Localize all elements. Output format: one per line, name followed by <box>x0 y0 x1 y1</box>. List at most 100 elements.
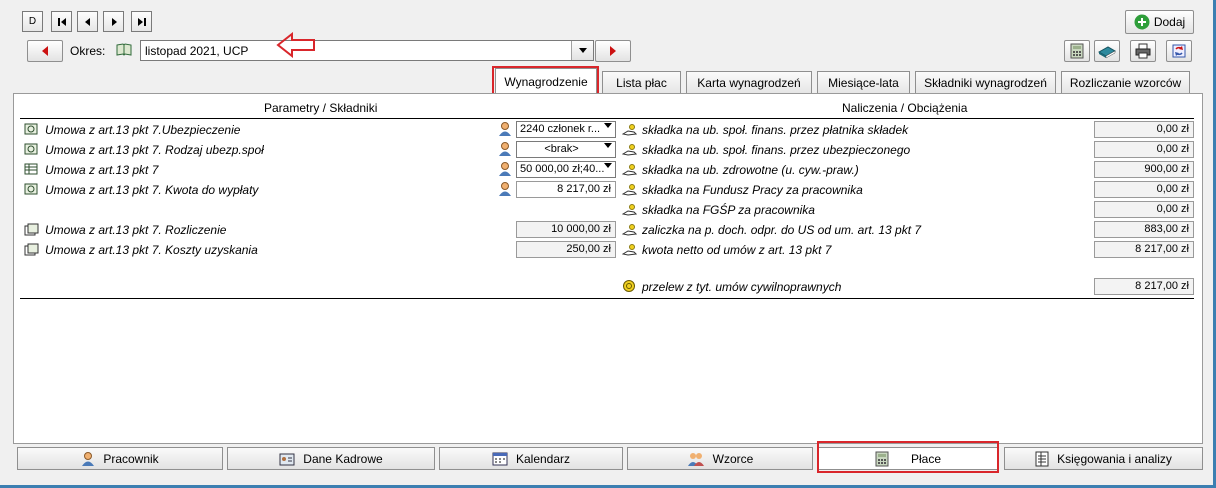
tab-lista-plac[interactable]: Lista płac <box>602 71 681 93</box>
arrow-right-icon <box>610 46 616 56</box>
period-next-button[interactable] <box>595 40 631 62</box>
param-label: Umowa z art.13 pkt 7.Ubezpieczenie <box>45 123 241 137</box>
nav-pracownik-button[interactable]: Pracownik <box>17 447 223 470</box>
tab-wynagrodzenie[interactable]: Wynagrodzenie <box>495 68 597 94</box>
books-icon <box>1098 46 1116 59</box>
period-dropdown-button[interactable] <box>571 41 593 60</box>
nav-place-button[interactable]: Płace <box>818 447 998 470</box>
nav-label: Dane Kadrowe <box>303 451 383 466</box>
period-combo[interactable]: listopad 2021, UCP <box>140 40 594 61</box>
print-button[interactable] <box>1130 40 1156 62</box>
contract-icon <box>24 123 38 135</box>
nav-ksiegowania-button[interactable]: Księgowania i analizy <box>1004 447 1203 470</box>
hand-coin-icon <box>622 184 637 196</box>
annotation-arrow-icon <box>276 32 315 58</box>
insurance-select[interactable]: 2240 członek r... <box>516 121 616 138</box>
contract-amount-select[interactable]: 50 000,00 zł;40... <box>516 161 616 178</box>
param-label: Umowa z art.13 pkt 7. Kwota do wypłaty <box>45 183 259 197</box>
tab-miesiace-lata[interactable]: Miesiące-lata <box>817 71 910 93</box>
contract-icon <box>24 143 38 155</box>
nav-kalendarz-button[interactable]: Kalendarz <box>439 447 623 470</box>
param-label: Umowa z art.13 pkt 7. Koszty uzyskania <box>45 243 258 257</box>
hand-coin-icon <box>622 164 637 176</box>
tab-label: Miesiące-lata <box>828 75 899 90</box>
param-label: Umowa z art.13 pkt 7. Rozliczenie <box>45 223 227 237</box>
footer-divider <box>20 298 1194 299</box>
prev-record-icon <box>84 17 90 26</box>
tab-skladniki-wynagrodzen[interactable]: Składniki wynagrodzeń <box>915 71 1056 93</box>
charge-label: składka na ub. zdrowotne (u. cyw.-praw.) <box>642 163 859 177</box>
first-record-icon <box>57 17 66 26</box>
last-record-icon <box>137 17 146 26</box>
payout-amount-field[interactable]: 8 217,00 zł <box>516 181 616 198</box>
nav-wzorce-button[interactable]: Wzorce <box>627 447 813 470</box>
caret-block <box>472 311 479 328</box>
calculator-icon <box>875 451 889 466</box>
person-icon <box>499 162 511 176</box>
charge-label: zaliczka na p. doch. odpr. do US od um. … <box>642 223 922 237</box>
person-icon <box>499 122 511 136</box>
main-panel: Parametry / Składniki Naliczenia / Obcią… <box>13 93 1203 444</box>
book-icon <box>116 43 132 56</box>
first-record-button[interactable] <box>51 11 72 32</box>
nav-label: Płace <box>910 451 942 466</box>
tab-label: Wynagrodzenie <box>504 74 588 89</box>
chevron-down-icon <box>604 163 612 168</box>
nav-label: Kalendarz <box>515 451 571 466</box>
calculator-icon <box>1070 43 1084 59</box>
chevron-down-icon <box>604 143 612 148</box>
charge-value: 0,00 zł <box>1094 141 1194 158</box>
table-icon <box>24 163 38 175</box>
person-icon <box>82 452 95 466</box>
charge-value: 883,00 zł <box>1094 221 1194 238</box>
chevron-down-icon <box>578 48 587 53</box>
select-value: 50 000,00 zł;40... <box>520 163 605 175</box>
charge-label: składka na Fundusz Pracy za pracownika <box>642 183 863 197</box>
charge-label: kwota netto od umów z art. 13 pkt 7 <box>642 243 832 257</box>
insurance-type-select[interactable]: <brak> <box>516 141 616 158</box>
param-label: Umowa z art.13 pkt 7. Rodzaj ubezp.społ <box>45 143 264 157</box>
next-record-button[interactable] <box>103 11 124 32</box>
transfer-value: 8 217,00 zł <box>1094 278 1194 295</box>
new-record-button[interactable]: D <box>22 11 43 32</box>
tab-karta-wynagrodzen[interactable]: Karta wynagrodzeń <box>686 71 812 93</box>
tab-label: Rozliczanie wzorców <box>1069 75 1182 90</box>
books-button[interactable] <box>1094 40 1120 62</box>
select-value: 2240 członek r... <box>520 123 601 135</box>
tab-label: Karta wynagrodzeń <box>697 75 801 90</box>
period-value: listopad 2021, UCP <box>145 44 249 58</box>
nav-dane-kadrowe-button[interactable]: Dane Kadrowe <box>227 447 435 470</box>
tab-rozliczanie-wzorcow[interactable]: Rozliczanie wzorców <box>1061 71 1190 93</box>
charges-header: Naliczenia / Obciążenia <box>842 101 968 115</box>
period-prev-button[interactable] <box>27 40 63 62</box>
hand-coin-icon <box>622 244 637 256</box>
refresh-icon <box>1172 44 1186 58</box>
header-divider <box>20 118 1194 119</box>
transfer-label: przelew z tyt. umów cywilnoprawnych <box>642 280 842 294</box>
hand-coin-icon <box>622 144 637 156</box>
prev-record-button[interactable] <box>77 11 98 32</box>
refresh-button[interactable] <box>1166 40 1192 62</box>
charge-value: 8 217,00 zł <box>1094 241 1194 258</box>
plus-icon <box>1134 14 1150 30</box>
group-icon <box>687 453 704 466</box>
last-record-button[interactable] <box>131 11 152 32</box>
next-record-icon <box>111 17 117 26</box>
id-card-icon <box>279 453 295 465</box>
calendar-icon <box>492 452 508 466</box>
ledger-icon <box>1035 451 1049 466</box>
costs-value: 250,00 zł <box>516 241 616 258</box>
charge-label: składka na ub. społ. finans. przez ubezp… <box>642 143 911 157</box>
hand-coin-icon <box>622 124 637 136</box>
settlement-icon <box>24 243 39 256</box>
add-button[interactable]: Dodaj <box>1125 10 1194 34</box>
add-button-label: Dodaj <box>1153 15 1186 29</box>
charge-label: składka na ub. społ. finans. przez płatn… <box>642 123 909 137</box>
nav-label: Pracownik <box>103 451 159 466</box>
calculator-button[interactable] <box>1064 40 1090 62</box>
charge-value: 0,00 zł <box>1094 121 1194 138</box>
nav-label: Księgowania i analizy <box>1057 451 1172 466</box>
param-label: Umowa z art.13 pkt 7 <box>45 163 159 177</box>
coin-icon <box>623 280 635 292</box>
settlement-value: 10 000,00 zł <box>516 221 616 238</box>
